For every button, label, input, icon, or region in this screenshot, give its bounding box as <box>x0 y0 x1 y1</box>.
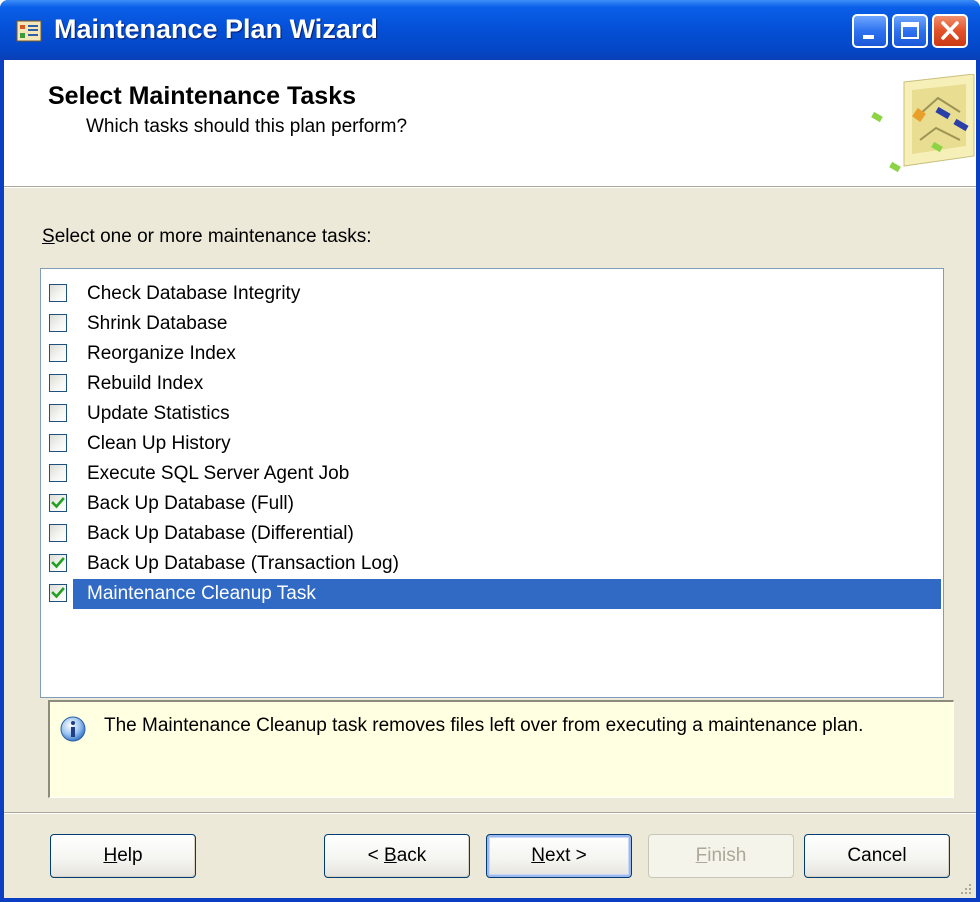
task-list-item[interactable]: Clean Up History <box>41 429 941 459</box>
task-label: Back Up Database (Full) <box>87 493 294 514</box>
task-checkbox[interactable] <box>49 584 67 602</box>
task-label: Shrink Database <box>87 313 228 334</box>
footer-divider-highlight <box>4 813 976 814</box>
page-title: Select Maintenance Tasks <box>48 82 357 110</box>
task-list-item[interactable]: Check Database Integrity <box>41 279 941 309</box>
maximize-button[interactable] <box>892 14 928 48</box>
back-prefix: < <box>367 845 385 866</box>
finish-mnemonic: F <box>695 845 708 866</box>
task-checkbox[interactable] <box>49 344 67 362</box>
task-label: Back Up Database (Transaction Log) <box>87 553 399 574</box>
task-checkbox[interactable] <box>49 524 67 542</box>
task-list-item[interactable]: Back Up Database (Full) <box>41 489 941 519</box>
task-label: Maintenance Cleanup Task <box>87 583 316 604</box>
app-icon <box>16 20 42 42</box>
task-description-text: The Maintenance Cleanup task removes fil… <box>104 715 864 736</box>
title-bar[interactable]: Maintenance Plan Wizard <box>0 0 980 60</box>
minimize-icon <box>863 35 874 39</box>
task-label: Execute SQL Server Agent Job <box>87 463 350 484</box>
finish-button[interactable]: Finish <box>648 834 794 878</box>
help-button[interactable]: Help <box>50 834 196 878</box>
task-list-item[interactable]: Maintenance Cleanup Task <box>41 579 941 609</box>
task-label: Reorganize Index <box>87 343 236 364</box>
close-button[interactable] <box>932 14 968 48</box>
task-list-item[interactable]: Back Up Database (Transaction Log) <box>41 549 941 579</box>
maintenance-task-list[interactable]: Check Database Integrity Shrink Database R… <box>40 268 944 698</box>
back-button[interactable]: < Back <box>324 834 470 878</box>
task-list-item[interactable]: Update Statistics <box>41 399 941 429</box>
task-checkbox[interactable] <box>49 554 67 572</box>
checkmark-icon <box>51 587 65 599</box>
task-checkbox[interactable] <box>49 434 67 452</box>
minimize-button[interactable] <box>852 14 888 48</box>
prompt-mnemonic: S <box>42 226 55 247</box>
task-list-item[interactable]: Reorganize Index <box>41 339 941 369</box>
task-checkbox[interactable] <box>49 314 67 332</box>
info-icon <box>60 716 86 742</box>
task-label: Update Statistics <box>87 403 230 424</box>
task-list-item[interactable]: Shrink Database <box>41 309 941 339</box>
prompt-text: elect one or more maintenance tasks: <box>54 226 372 247</box>
back-label: ack <box>396 845 427 866</box>
wizard-banner-graphic <box>871 74 975 173</box>
task-list-item[interactable]: Back Up Database (Differential) <box>41 519 941 549</box>
back-mnemonic: B <box>384 845 397 866</box>
task-label: Back Up Database (Differential) <box>87 523 354 544</box>
header-divider <box>4 187 976 188</box>
wizard-client-area: Select Maintenance Tasks Which tasks sho… <box>4 60 976 898</box>
maximize-icon <box>901 22 919 39</box>
task-list-item[interactable]: Execute SQL Server Agent Job <box>41 459 941 489</box>
checkmark-icon <box>51 557 65 569</box>
task-checkbox[interactable] <box>49 284 67 302</box>
next-mnemonic: N <box>531 845 545 866</box>
task-list-item[interactable]: Rebuild Index <box>41 369 941 399</box>
task-checkbox[interactable] <box>49 464 67 482</box>
task-checkbox[interactable] <box>49 494 67 512</box>
task-label: Check Database Integrity <box>87 283 301 304</box>
help-mnemonic: H <box>103 845 118 866</box>
task-checkbox[interactable] <box>49 404 67 422</box>
next-button[interactable]: Next > <box>486 834 632 878</box>
next-label: ext > <box>545 845 587 866</box>
window-title: Maintenance Plan Wizard <box>54 14 378 44</box>
task-label: Clean Up History <box>87 433 231 454</box>
task-checkbox[interactable] <box>49 374 67 392</box>
close-icon <box>941 21 959 40</box>
task-label: Rebuild Index <box>87 373 204 394</box>
cancel-button[interactable]: Cancel <box>804 834 950 878</box>
finish-label: inish <box>707 845 747 866</box>
help-label: elp <box>117 845 143 866</box>
checkmark-icon <box>51 497 65 509</box>
cancel-label: Cancel <box>847 845 907 866</box>
wizard-window: Maintenance Plan Wizard Select Maintenan… <box>0 0 980 902</box>
task-description-box: The Maintenance Cleanup task removes fil… <box>48 700 954 798</box>
wizard-header: Select Maintenance Tasks Which tasks sho… <box>4 60 976 187</box>
page-subtitle: Which tasks should this plan perform? <box>86 116 408 137</box>
task-list-prompt: Select one or more maintenance tasks: <box>42 226 372 248</box>
resize-grip-icon[interactable] <box>959 882 973 896</box>
